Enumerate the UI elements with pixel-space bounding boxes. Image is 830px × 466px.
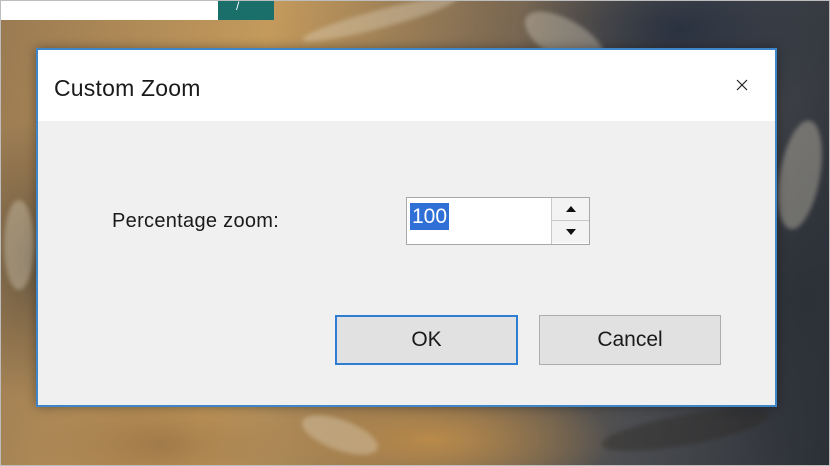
close-button[interactable]	[723, 68, 761, 102]
cancel-button[interactable]: Cancel	[539, 315, 721, 365]
dialog-titlebar[interactable]: Custom Zoom	[38, 50, 775, 121]
background-texture	[598, 400, 772, 460]
dialog-title: Custom Zoom	[54, 75, 201, 101]
zoom-percentage-value: 100	[410, 203, 450, 230]
background-window-accent: /	[218, 0, 274, 20]
background-window	[0, 0, 218, 20]
percentage-zoom-label: Percentage zoom:	[112, 210, 280, 232]
background-texture	[300, 0, 460, 49]
background-texture	[770, 117, 830, 233]
spinbox-buttons	[551, 198, 589, 244]
background-texture	[297, 407, 383, 463]
zoom-percentage-input[interactable]: 100	[407, 198, 550, 244]
background-texture	[4, 200, 34, 290]
triangle-up-icon	[565, 206, 576, 212]
close-icon	[736, 79, 748, 91]
increment-button[interactable]	[552, 198, 589, 221]
ok-button[interactable]: OK	[335, 315, 518, 365]
desktop-background: / Custom Zoom Percentage zoom: 100 OK Ca…	[0, 0, 830, 466]
custom-zoom-dialog: Custom Zoom Percentage zoom: 100 OK Canc…	[36, 48, 777, 407]
zoom-spinbox[interactable]: 100	[406, 197, 590, 245]
decrement-button[interactable]	[552, 221, 589, 243]
triangle-down-icon	[565, 229, 576, 235]
